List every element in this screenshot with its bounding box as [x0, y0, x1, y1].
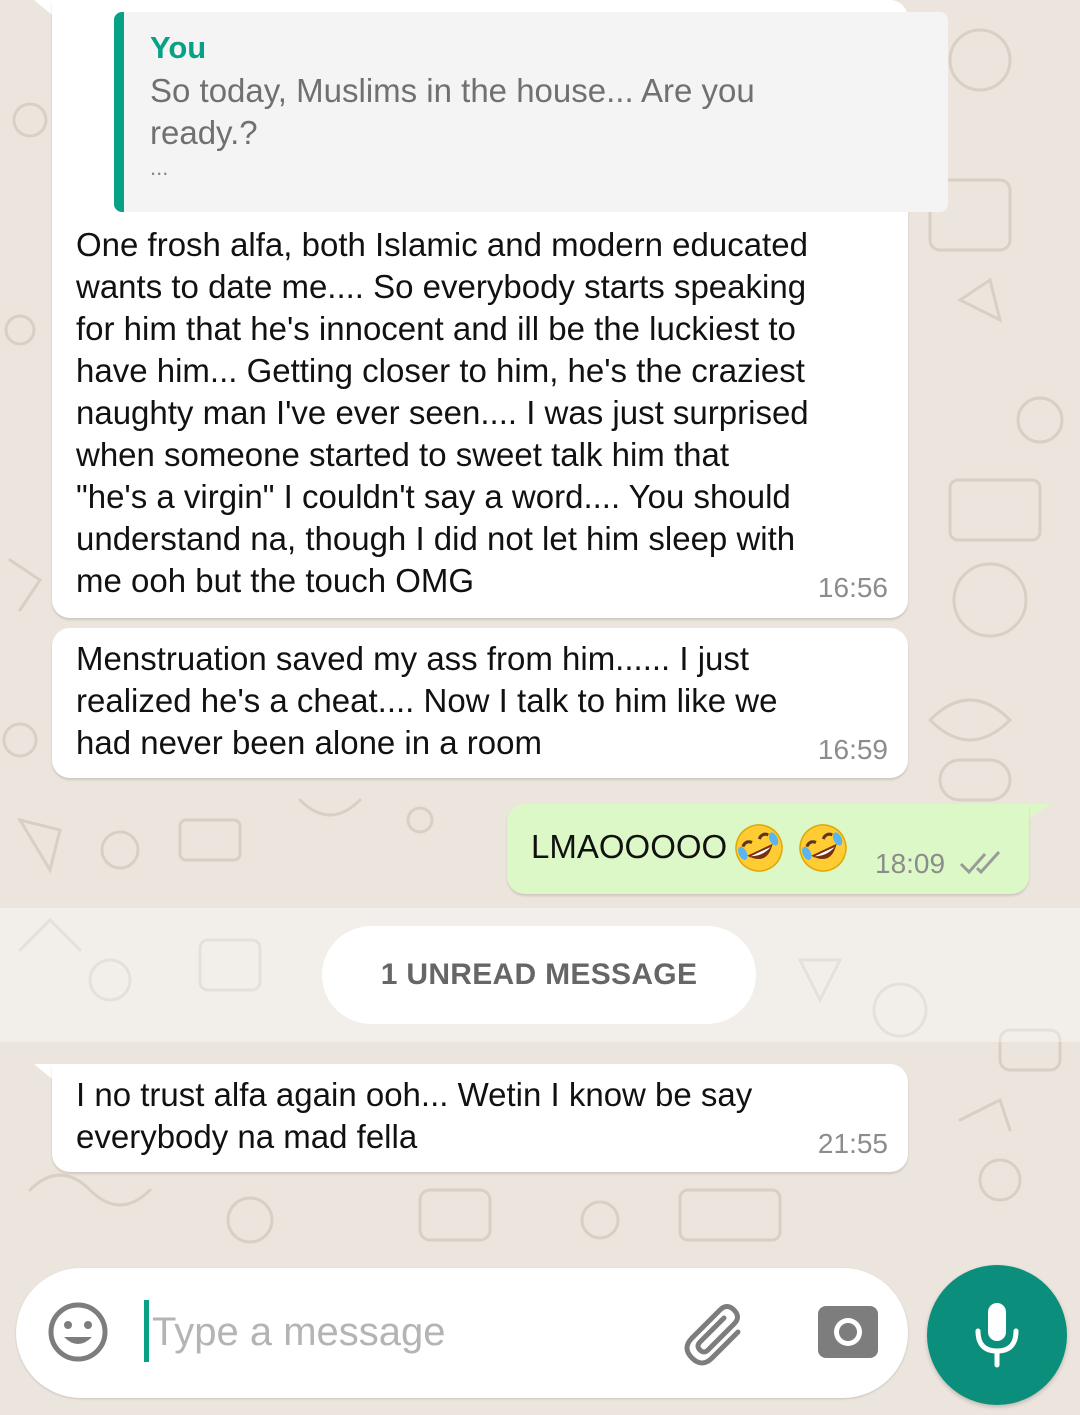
voice-record-button[interactable] — [927, 1265, 1067, 1405]
unread-messages-divider: 1 UNREAD MESSAGE — [322, 926, 756, 1024]
read-double-check-icon — [959, 850, 1001, 875]
emoji-icon[interactable] — [46, 1300, 110, 1364]
message-text: One frosh alfa, both Islamic and modern … — [76, 226, 809, 599]
message-bubble[interactable]: Menstruation saved my ass from him......… — [52, 628, 908, 778]
message-text: Menstruation saved my ass from him......… — [76, 640, 778, 761]
text-cursor — [144, 1300, 149, 1362]
message-time: 21:55 — [817, 1128, 888, 1159]
attach-icon[interactable] — [682, 1302, 750, 1366]
message-time: 18:09 — [875, 848, 946, 879]
rolling-on-floor-laughing-emoji — [735, 824, 783, 872]
message-time: 16:59 — [817, 734, 888, 765]
message-text: I no trust alfa again ooh... Wetin I kno… — [76, 1076, 753, 1155]
mic-icon — [975, 1303, 1019, 1368]
message-bubble[interactable]: I no trust alfa again ooh... Wetin I kno… — [52, 1064, 908, 1172]
message-composer[interactable] — [16, 1268, 908, 1398]
quote-author: You — [150, 30, 207, 65]
message-bubble[interactable]: You So today, Muslims in the house... Ar… — [52, 0, 948, 618]
quote-ellipsis: ... — [150, 155, 169, 180]
rolling-on-floor-laughing-emoji — [799, 824, 847, 872]
quoted-message[interactable]: You So today, Muslims in the house... Ar… — [114, 12, 948, 212]
message-input-placeholder[interactable]: Type a message — [152, 1310, 446, 1355]
quote-text: So today, Muslims in the house... Are yo… — [150, 72, 755, 151]
message-bubble-outgoing[interactable]: LMAOOOOO 18:09 — [507, 804, 1029, 894]
camera-icon[interactable] — [816, 1302, 880, 1362]
message-text: LMAOOOOO — [531, 828, 728, 865]
message-time: 16:56 — [817, 572, 888, 603]
